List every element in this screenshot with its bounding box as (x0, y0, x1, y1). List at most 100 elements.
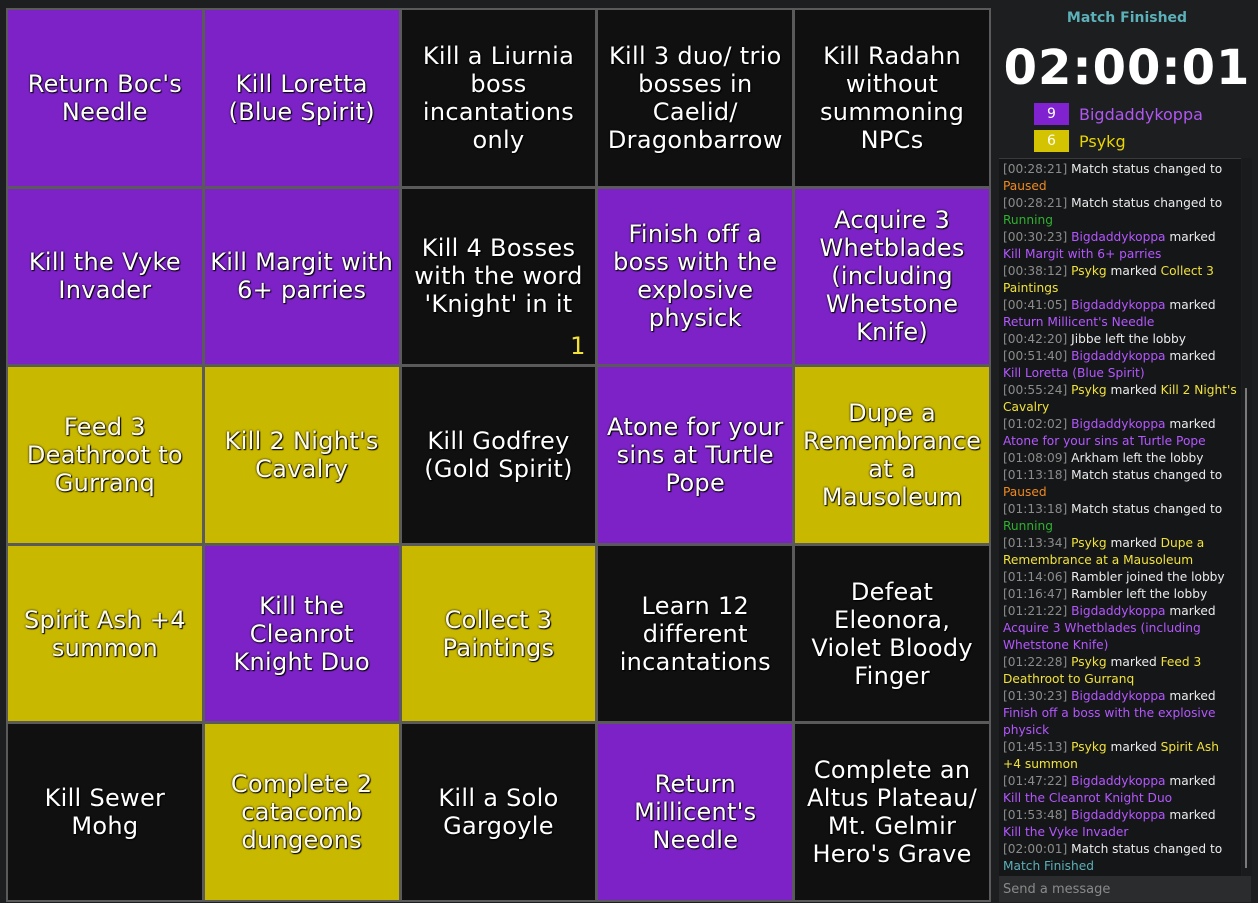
message-segment: Match status changed to (1071, 502, 1223, 516)
cell-goal-text: Kill 2 Night's Cavalry (224, 426, 379, 483)
message-timestamp: [01:21:22] (1003, 604, 1072, 618)
message-segment: marked (1106, 536, 1161, 550)
message-segment: Match status changed to (1071, 468, 1223, 482)
cell-goal-text: Atone for your sins at Turtle Pope (607, 412, 784, 497)
chat-log[interactable]: [00:28:21] Match status changed to Pause… (999, 158, 1241, 877)
chat-message: [00:30:23] Bigdaddykoppa marked Kill Mar… (1003, 229, 1237, 263)
cell-goal-text: Return Boc's Needle (27, 69, 183, 126)
chat-message: [01:13:18] Match status changed to Runni… (1003, 501, 1237, 535)
cell-goal-text: Dupe a Remembrance at a Mausoleum (803, 398, 982, 511)
message-timestamp: [01:13:18] (1003, 502, 1072, 516)
message-timestamp: [01:45:13] (1003, 740, 1072, 754)
board-cell[interactable]: Kill Margit with 6+ parries (204, 188, 399, 365)
player-name: Psykg (1079, 131, 1126, 151)
board-cell[interactable]: Complete 2 catacomb dungeons (204, 724, 399, 900)
message-timestamp: [01:14:06] (1003, 570, 1072, 584)
board-cell[interactable]: Spirit Ash +4 summon (8, 545, 202, 722)
message-segment: Kill Margit with 6+ parries (1003, 247, 1162, 261)
message-segment: marked (1165, 689, 1216, 703)
cell-goal-text: Spirit Ash +4 summon (24, 605, 186, 662)
player-score: 9 (1034, 103, 1069, 125)
cell-goal-text: Kill a Solo Gargoyle (438, 784, 559, 841)
board-cell[interactable]: Kill the Vyke Invader (8, 188, 202, 365)
message-segment: marked (1106, 383, 1161, 397)
board-cell[interactable]: Kill Loretta (Blue Spirit) (204, 10, 399, 186)
chat-message: [01:47:22] Bigdaddykoppa marked Kill the… (1003, 773, 1237, 807)
board-cell[interactable]: Atone for your sins at Turtle Pope (598, 367, 793, 543)
message-segment: Running (1003, 213, 1053, 227)
message-segment: Arkham left the lobby (1071, 451, 1204, 465)
chat-message: [00:51:40] Bigdaddykoppa marked Kill Lor… (1003, 348, 1237, 382)
board-cell[interactable]: Dupe a Remembrance at a Mausoleum (795, 367, 989, 543)
board-cell[interactable]: Kill Radahn without summoning NPCs (795, 10, 989, 186)
message-segment: Running (1003, 519, 1053, 533)
message-timestamp: [00:51:40] (1003, 349, 1072, 363)
cell-goal-text: Kill Sewer Mohg (44, 784, 166, 841)
message-segment: Psykg (1071, 655, 1107, 669)
chat-scroll-thumb[interactable] (1245, 388, 1247, 868)
message-segment: Return Millicent's Needle (1003, 315, 1155, 329)
message-timestamp: [01:13:34] (1003, 536, 1072, 550)
cell-goal-text: Kill Loretta (Blue Spirit) (228, 69, 375, 126)
message-segment: Bigdaddykoppa (1071, 349, 1166, 363)
message-segment: Paused (1003, 179, 1047, 193)
message-segment: Psykg (1071, 264, 1107, 278)
message-timestamp: [00:41:05] (1003, 298, 1072, 312)
chat-message: [00:28:21] Match status changed to Runni… (1003, 195, 1237, 229)
message-segment: Match status changed to (1071, 842, 1223, 856)
board-cell[interactable]: Kill Sewer Mohg (8, 724, 202, 900)
message-segment: Kill the Cleanrot Knight Duo (1003, 791, 1173, 805)
message-segment: Match status changed to (1071, 196, 1223, 210)
board-cell[interactable]: Learn 12 different incantations (598, 545, 793, 722)
message-segment: Match Finished (1003, 859, 1094, 873)
message-segment: Paused (1003, 485, 1047, 499)
message-segment: marked (1106, 655, 1161, 669)
board-cell[interactable]: Kill Godfrey (Gold Spirit) (401, 367, 596, 543)
chat-message: [02:00:01] Match status changed to Match… (1003, 841, 1237, 875)
message-timestamp: [00:28:21] (1003, 162, 1072, 176)
cell-goal-text: Kill the Vyke Invader (28, 248, 181, 305)
player-row: 9 Bigdaddykoppa (1034, 103, 1203, 125)
board-cell[interactable]: Kill 3 duo/ trio bosses in Caelid/ Drago… (598, 10, 793, 186)
message-segment: Psykg (1071, 383, 1107, 397)
board-cell[interactable]: Kill a Liurnia boss incantations only (401, 10, 596, 186)
cell-goal-text: Feed 3 Deathroot to Gurranq (26, 412, 183, 497)
chat-scrollbar[interactable] (1242, 158, 1252, 876)
message-segment: marked (1165, 230, 1216, 244)
board-cell[interactable]: Defeat Eleonora, Violet Bloody Finger (795, 545, 989, 722)
message-timestamp: [01:47:22] (1003, 774, 1072, 788)
board-cell[interactable]: Complete an Altus Plateau/ Mt. Gelmir He… (795, 724, 989, 900)
player-row: 6 Psykg (1034, 130, 1126, 152)
chat-message: [01:16:47] Rambler left the lobby (1003, 586, 1237, 603)
message-timestamp: [00:38:12] (1003, 264, 1072, 278)
chat-message: [01:08:09] Arkham left the lobby (1003, 450, 1237, 467)
message-segment: marked (1165, 417, 1216, 431)
board-cell[interactable]: Kill a Solo Gargoyle (401, 724, 596, 900)
message-timestamp: [01:13:18] (1003, 468, 1072, 482)
board-cell[interactable]: Collect 3 Paintings (401, 545, 596, 722)
board-cell[interactable]: Kill 4 Bosses with the word 'Knight' in … (401, 188, 596, 365)
cell-goal-text: Learn 12 different incantations (619, 591, 771, 676)
message-timestamp: [01:22:28] (1003, 655, 1072, 669)
board-cell[interactable]: Finish off a boss with the explosive phy… (598, 188, 793, 365)
board-cell[interactable]: Feed 3 Deathroot to Gurranq (8, 367, 202, 543)
message-segment: Atone for your sins at Turtle Pope (1003, 434, 1206, 448)
player-name: Bigdaddykoppa (1079, 104, 1203, 124)
message-segment: marked (1165, 774, 1216, 788)
board-cell[interactable]: Acquire 3 Whetblades (including Whetston… (795, 188, 989, 365)
cell-goal-text: Defeat Eleonora, Violet Bloody Finger (811, 577, 973, 690)
chat-message: [01:13:18] Match status changed to Pause… (1003, 467, 1237, 501)
message-segment: Bigdaddykoppa (1071, 230, 1166, 244)
message-segment: marked (1165, 349, 1216, 363)
board-cell[interactable]: Kill 2 Night's Cavalry (204, 367, 399, 543)
board-cell[interactable]: Return Boc's Needle (8, 10, 202, 186)
board-cell[interactable]: Kill the Cleanrot Knight Duo (204, 545, 399, 722)
chat-message: [00:42:20] Jibbe left the lobby (1003, 331, 1237, 348)
cell-goal-text: Complete 2 catacomb dungeons (230, 770, 373, 855)
board-cell[interactable]: Return Millicent's Needle (598, 724, 793, 900)
chat-input[interactable] (999, 876, 1251, 902)
message-segment: Bigdaddykoppa (1071, 298, 1166, 312)
cell-counter: 1 (570, 332, 586, 361)
cell-goal-text: Complete an Altus Plateau/ Mt. Gelmir He… (807, 756, 978, 869)
message-segment: Acquire 3 Whetblades (including Whetston… (1003, 621, 1201, 652)
